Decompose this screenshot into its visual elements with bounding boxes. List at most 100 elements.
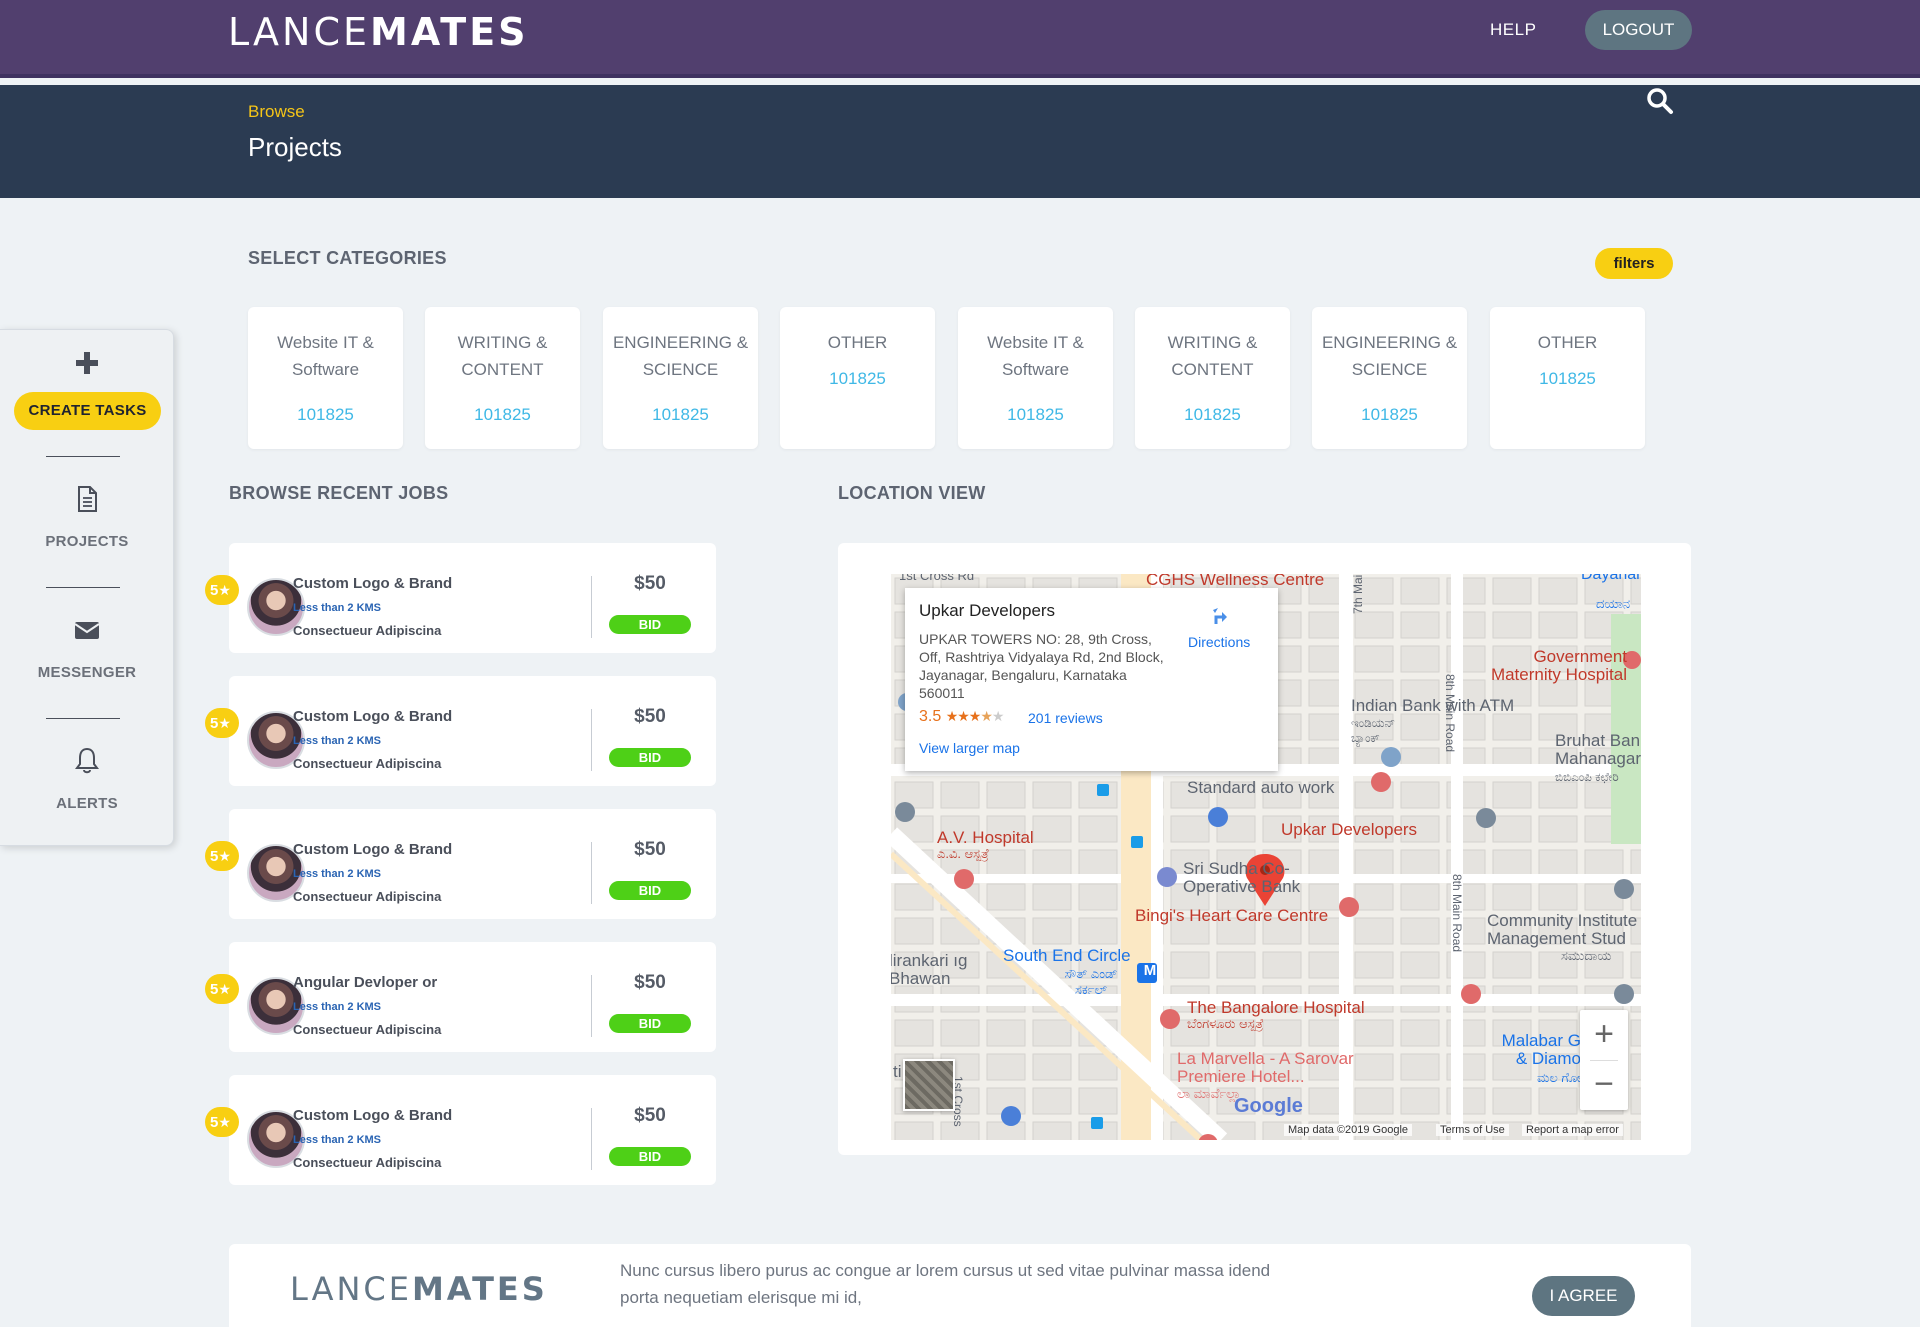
map-label: ಬೆಂಗಳೂರು ಆಸ್ಪತ್ರೆ <box>1187 1016 1264 1031</box>
map-label: Upkar Developers <box>1281 820 1418 839</box>
filters-button[interactable]: filters <box>1595 248 1673 279</box>
map-label: ಸಮುದಾಯ <box>1561 948 1612 963</box>
map-label: ಸೌತ್ ಎಂಡ್ ಸರ್ಕಲ್ <box>1064 966 1118 997</box>
category-count: 101825 <box>474 405 531 424</box>
place-name: Upkar Developers <box>919 601 1056 620</box>
select-categories-heading: SELECT CATEGORIES <box>248 248 447 268</box>
category-card[interactable]: Website IT & Software 101825 <box>248 307 403 449</box>
bid-button[interactable]: BID <box>609 615 691 634</box>
plus-icon[interactable] <box>76 352 98 374</box>
star-icon: ★ <box>218 582 231 598</box>
document-icon[interactable] <box>72 484 102 514</box>
rating-badge: 5★ <box>205 575 239 605</box>
bid-button[interactable]: BID <box>609 1147 691 1166</box>
job-distance: Less than 2 KMS <box>293 602 382 614</box>
sidebar-divider <box>46 718 120 719</box>
category-card[interactable]: ENGINEERING & SCIENCE 101825 <box>1312 307 1467 449</box>
rating-badge: 5★ <box>205 974 239 1004</box>
map-label: Malabar G & Diamo <box>1501 1031 1581 1068</box>
satellite-toggle[interactable] <box>903 1059 955 1111</box>
bid-button[interactable]: BID <box>609 881 691 900</box>
logo-bold-text: MATES <box>411 1270 548 1308</box>
sidebar-item-projects[interactable]: PROJECTS <box>0 533 174 550</box>
divider <box>591 842 592 904</box>
category-count: 101825 <box>652 405 709 424</box>
map-label: 8th Main Road <box>1450 874 1464 953</box>
job-card[interactable]: Custom Logo & Brand Less than 2 KMS Cons… <box>229 543 716 653</box>
envelope-icon[interactable] <box>72 615 102 645</box>
sidebar-divider <box>46 587 120 588</box>
map-label: Government Maternity Hospital <box>1490 647 1627 684</box>
place-address: UPKAR TOWERS NO: 28, 9th Cross, Off, Ras… <box>919 631 1164 701</box>
job-title[interactable]: Custom Logo & Brand <box>293 575 452 592</box>
job-description: Consectueur Adipiscina <box>293 889 442 904</box>
star-icon: ★ <box>218 1114 231 1130</box>
search-icon[interactable] <box>1645 86 1675 116</box>
map-label: Sri Sudha Co-Operative Bank <box>1183 859 1301 896</box>
map-label: Dayanan Mem <box>1581 574 1641 583</box>
map-label: Community Institute Management Stud <box>1487 911 1638 948</box>
report-map-error-link[interactable]: Report a map error <box>1522 1124 1623 1136</box>
map-label: A.V. Hospital <box>937 828 1034 847</box>
bid-button[interactable]: BID <box>609 748 691 767</box>
map-label: ದಯಾನ <box>1596 596 1631 611</box>
divider <box>591 576 592 638</box>
job-card[interactable]: Custom Logo & Brand Less than 2 KMS Cons… <box>229 676 716 786</box>
help-link[interactable]: HELP <box>1490 20 1536 40</box>
sidebar-item-alerts[interactable]: ALERTS <box>0 795 174 812</box>
category-name: OTHER <box>827 333 888 352</box>
logout-button[interactable]: LOGOUT <box>1585 10 1692 50</box>
category-count: 101825 <box>297 405 354 424</box>
page-title: Projects <box>248 132 342 162</box>
brand-logo[interactable]: LANCEMATES <box>228 10 529 54</box>
bid-button[interactable]: BID <box>609 1014 691 1033</box>
divider <box>591 1108 592 1170</box>
terms-link[interactable]: Terms of Use <box>1436 1124 1509 1136</box>
category-card[interactable]: OTHER 101825 <box>780 307 935 449</box>
logo-light-text: LANCE <box>290 1270 412 1308</box>
job-distance: Less than 2 KMS <box>293 868 382 880</box>
category-card[interactable]: WRITING & CONTENT 101825 <box>1135 307 1290 449</box>
map-label: ಮಲ ಗೋ <box>1537 1070 1581 1085</box>
create-tasks-button[interactable]: CREATE TASKS <box>14 392 161 430</box>
category-card[interactable]: Website IT & Software 101825 <box>958 307 1113 449</box>
breadcrumb[interactable]: Browse <box>248 102 305 122</box>
category-name: Website IT & Software <box>277 333 374 379</box>
job-title[interactable]: Custom Logo & Brand <box>293 841 452 858</box>
job-card[interactable]: Angular Devloper or Less than 2 KMS Cons… <box>229 942 716 1052</box>
category-card[interactable]: WRITING & CONTENT 101825 <box>425 307 580 449</box>
star-icon: ★ <box>218 981 231 997</box>
directions-icon[interactable] <box>1207 604 1233 630</box>
rating-value: 3.5 <box>919 708 942 725</box>
category-name: ENGINEERING & SCIENCE <box>612 333 749 379</box>
agree-button[interactable]: I AGREE <box>1532 1276 1635 1316</box>
map-label: The Bangalore Hospital <box>1187 998 1365 1017</box>
view-larger-map-link[interactable]: View larger map <box>919 740 1020 756</box>
directions-link[interactable]: Directions <box>1188 634 1250 650</box>
job-distance: Less than 2 KMS <box>293 1001 382 1013</box>
job-title[interactable]: Custom Logo & Brand <box>293 708 452 725</box>
category-count: 101825 <box>1539 369 1596 388</box>
job-price: $50 <box>634 972 666 993</box>
star-rating-icon: ★★★★★ <box>945 708 1005 724</box>
job-title[interactable]: Custom Logo & Brand <box>293 1107 452 1124</box>
bell-icon[interactable] <box>72 745 102 775</box>
category-count: 101825 <box>1361 405 1418 424</box>
map-label: Bingi's Heart Care Centre <box>1135 906 1329 925</box>
map-label: Bruhat Ban Mahanagar <box>1555 731 1641 768</box>
zoom-out-button[interactable]: − <box>1580 1060 1628 1110</box>
job-card[interactable]: Custom Logo & Brand Less than 2 KMS Cons… <box>229 809 716 919</box>
category-name: WRITING & CONTENT <box>457 333 548 379</box>
reviews-link[interactable]: 201 reviews <box>1028 710 1103 726</box>
category-card[interactable]: ENGINEERING & SCIENCE 101825 <box>603 307 758 449</box>
job-price: $50 <box>634 706 666 727</box>
star-icon: ★ <box>218 848 231 864</box>
map-label: ಇಂಡಿಯನ್ ಬ್ಯಾಂಕ್ <box>1351 716 1396 745</box>
zoom-in-button[interactable]: + <box>1580 1010 1628 1060</box>
job-card[interactable]: Custom Logo & Brand Less than 2 KMS Cons… <box>229 1075 716 1185</box>
job-title[interactable]: Angular Devloper or <box>293 974 437 991</box>
sidebar-item-messenger[interactable]: MESSENGER <box>0 664 174 681</box>
job-distance: Less than 2 KMS <box>293 735 382 747</box>
category-card[interactable]: OTHER 101825 <box>1490 307 1645 449</box>
category-name: Website IT & Software <box>987 333 1084 379</box>
